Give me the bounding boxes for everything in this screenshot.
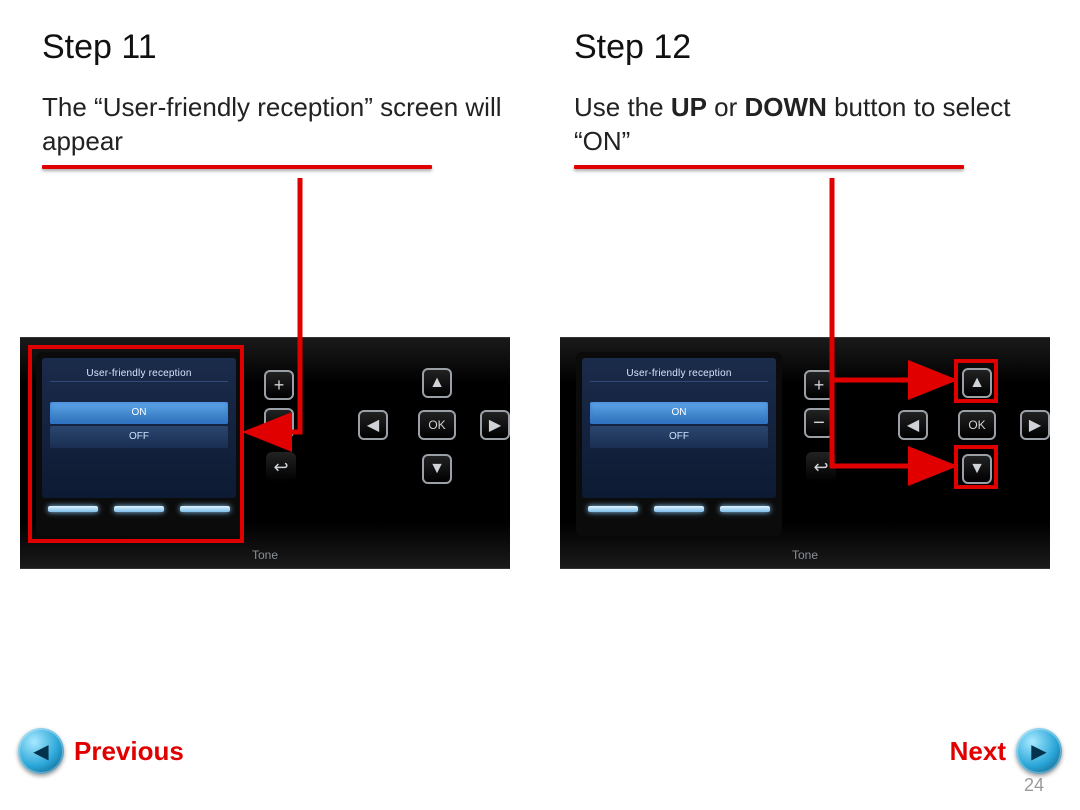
step11-underline	[42, 165, 432, 169]
step12-description: Use the UP or DOWN button to select “ON”	[574, 91, 1054, 159]
device-panel-step12: User-friendly reception ON OFF + − ↩ ▲ ▼…	[560, 337, 1050, 569]
step12-title: Step 12	[574, 28, 1054, 67]
step11-title: Step 11	[42, 28, 522, 67]
ok-button[interactable]: OK	[958, 410, 996, 440]
instruction-page: Step 11 The “User-friendly reception” sc…	[0, 0, 1080, 810]
device-panel-step11: User-friendly reception ON OFF + − ↩ ▲ ▼…	[20, 337, 510, 569]
plus-button[interactable]: +	[264, 370, 294, 400]
back-button[interactable]: ↩	[266, 452, 296, 482]
up-button[interactable]: ▲	[962, 368, 992, 398]
triangle-right-icon: ▶	[1016, 728, 1062, 774]
softkey-lights	[42, 498, 236, 512]
ok-button[interactable]: OK	[418, 410, 456, 440]
triangle-left-icon: ◀	[18, 728, 64, 774]
previous-button[interactable]: ◀ Previous	[18, 728, 184, 774]
tone-label: Tone	[560, 548, 1050, 562]
down-button[interactable]: ▼	[962, 454, 992, 484]
minus-button[interactable]: −	[804, 408, 834, 438]
left-button[interactable]: ◀	[358, 410, 388, 440]
minus-button[interactable]: −	[264, 408, 294, 438]
down-button[interactable]: ▼	[422, 454, 452, 484]
option-on-selected: ON	[50, 402, 228, 424]
lcd-screen-frame: User-friendly reception ON OFF	[36, 352, 242, 536]
lcd-screen: User-friendly reception ON OFF	[42, 358, 236, 498]
step12-column: Step 12 Use the UP or DOWN button to sel…	[574, 28, 1054, 169]
option-on-selected: ON	[590, 402, 768, 424]
up-button[interactable]: ▲	[422, 368, 452, 398]
right-button[interactable]: ▶	[1020, 410, 1050, 440]
step11-column: Step 11 The “User-friendly reception” sc…	[42, 28, 522, 169]
screen-header: User-friendly reception	[590, 364, 768, 382]
next-label: Next	[950, 736, 1006, 767]
next-button[interactable]: Next ▶	[950, 728, 1062, 774]
lcd-screen: User-friendly reception ON OFF	[582, 358, 776, 498]
right-button[interactable]: ▶	[480, 410, 510, 440]
step12-underline	[574, 165, 964, 169]
back-button[interactable]: ↩	[806, 452, 836, 482]
tone-label: Tone	[20, 548, 510, 562]
previous-label: Previous	[74, 736, 184, 767]
lcd-screen-frame: User-friendly reception ON OFF	[576, 352, 782, 536]
plus-button[interactable]: +	[804, 370, 834, 400]
option-off: OFF	[590, 426, 768, 448]
option-off: OFF	[50, 426, 228, 448]
screen-header: User-friendly reception	[50, 364, 228, 382]
page-number: 24	[1024, 775, 1044, 796]
step11-description: The “User-friendly reception” screen wil…	[42, 91, 522, 159]
softkey-lights	[582, 498, 776, 512]
left-button[interactable]: ◀	[898, 410, 928, 440]
